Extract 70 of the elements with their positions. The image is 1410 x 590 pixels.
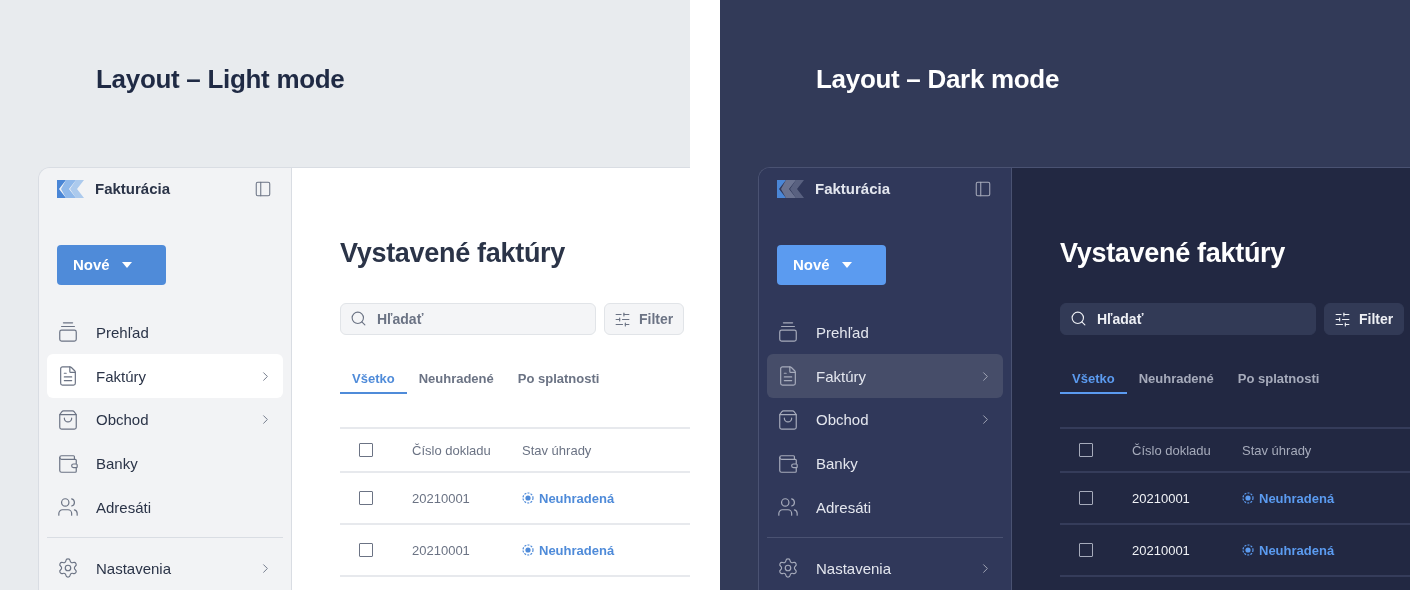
sidebar-item[interactable]: Prehľad <box>47 310 283 355</box>
settings-icon <box>777 557 799 580</box>
section-title: Layout – Dark mode <box>815 63 1061 95</box>
page-title: Vystavené faktúry <box>340 238 567 269</box>
checkbox[interactable] <box>1079 543 1093 557</box>
table-cell-text: 20210001 <box>1132 490 1191 506</box>
filter-tab[interactable]: Po splatnosti <box>505 367 612 394</box>
logo-icon <box>777 179 805 198</box>
sidebar-toggle-icon[interactable] <box>254 179 272 198</box>
sidebar-item[interactable]: Faktúry <box>767 354 1003 399</box>
filter-button[interactable]: Filter <box>604 303 684 335</box>
search-field[interactable]: Hľadať <box>1060 303 1316 335</box>
sidebar-item[interactable]: Banky <box>767 441 1003 486</box>
table-cell-text: 20210001 <box>412 542 471 558</box>
table-cell-text: 20210001 <box>412 490 471 506</box>
status-dot-icon <box>522 544 534 556</box>
section-title: Layout – Light mode <box>95 63 346 95</box>
wallet-icon <box>57 452 79 475</box>
sidebar-item[interactable]: Nastavenia <box>767 546 1003 590</box>
tray-icon <box>777 321 799 344</box>
app-name: Fakturácia <box>95 180 172 198</box>
status-dot-icon <box>1242 544 1254 556</box>
sidebar-item[interactable]: Obchod <box>767 398 1003 442</box>
sidebar-item[interactable]: Adresáti <box>767 485 1003 530</box>
sliders-icon <box>1334 310 1351 328</box>
payment-status: Neuhradená <box>539 490 615 506</box>
payment-status: Neuhradená <box>1259 542 1335 558</box>
page-title: Vystavené faktúry <box>1060 238 1287 269</box>
caret-icon <box>121 261 132 268</box>
sidebar-item[interactable]: Banky <box>47 441 283 486</box>
payment-status: Neuhradená <box>539 542 615 558</box>
search-icon <box>1070 310 1087 327</box>
sidebar-item[interactable]: Faktúry <box>47 354 283 399</box>
column-header: Stav úhrady <box>522 442 593 458</box>
settings-icon <box>57 557 79 580</box>
app-name: Fakturácia <box>815 180 892 198</box>
sidebar-item[interactable]: Adresáti <box>47 485 283 530</box>
filter-tab[interactable]: Neuhradené <box>406 367 506 394</box>
document-icon <box>57 365 79 388</box>
checkbox[interactable] <box>1079 443 1093 457</box>
tray-icon <box>57 321 79 344</box>
search-icon <box>350 310 367 327</box>
status-dot-icon <box>1242 492 1254 504</box>
filter-tab[interactable]: Všetko <box>1060 367 1127 394</box>
checkbox[interactable] <box>359 543 373 557</box>
sidebar-toggle-icon[interactable] <box>974 179 992 198</box>
column-header: Číslo dokladu <box>1132 442 1212 458</box>
logo-icon <box>57 179 85 198</box>
sidebar-item[interactable]: Obchod <box>47 398 283 442</box>
caret-icon <box>841 261 852 268</box>
document-icon <box>777 365 799 388</box>
table-cell-text: 20210001 <box>1132 542 1191 558</box>
filter-tab[interactable]: Po splatnosti <box>1225 367 1332 394</box>
sidebar-item[interactable]: Nastavenia <box>47 546 283 590</box>
filter-button[interactable]: Filter <box>1324 303 1404 335</box>
column-header: Stav úhrady <box>1242 442 1313 458</box>
payment-status: Neuhradená <box>1259 490 1335 506</box>
status-dot-icon <box>522 492 534 504</box>
filter-tab[interactable]: Neuhradené <box>1126 367 1226 394</box>
sidebar-item[interactable]: Prehľad <box>767 310 1003 355</box>
wallet-icon <box>777 452 799 475</box>
checkbox[interactable] <box>359 443 373 457</box>
bag-icon <box>57 408 79 431</box>
bag-icon <box>777 408 799 431</box>
people-icon <box>777 496 799 519</box>
checkbox[interactable] <box>1079 491 1093 505</box>
people-icon <box>57 496 79 519</box>
checkbox[interactable] <box>359 491 373 505</box>
column-header: Číslo dokladu <box>412 442 492 458</box>
sliders-icon <box>614 310 631 328</box>
